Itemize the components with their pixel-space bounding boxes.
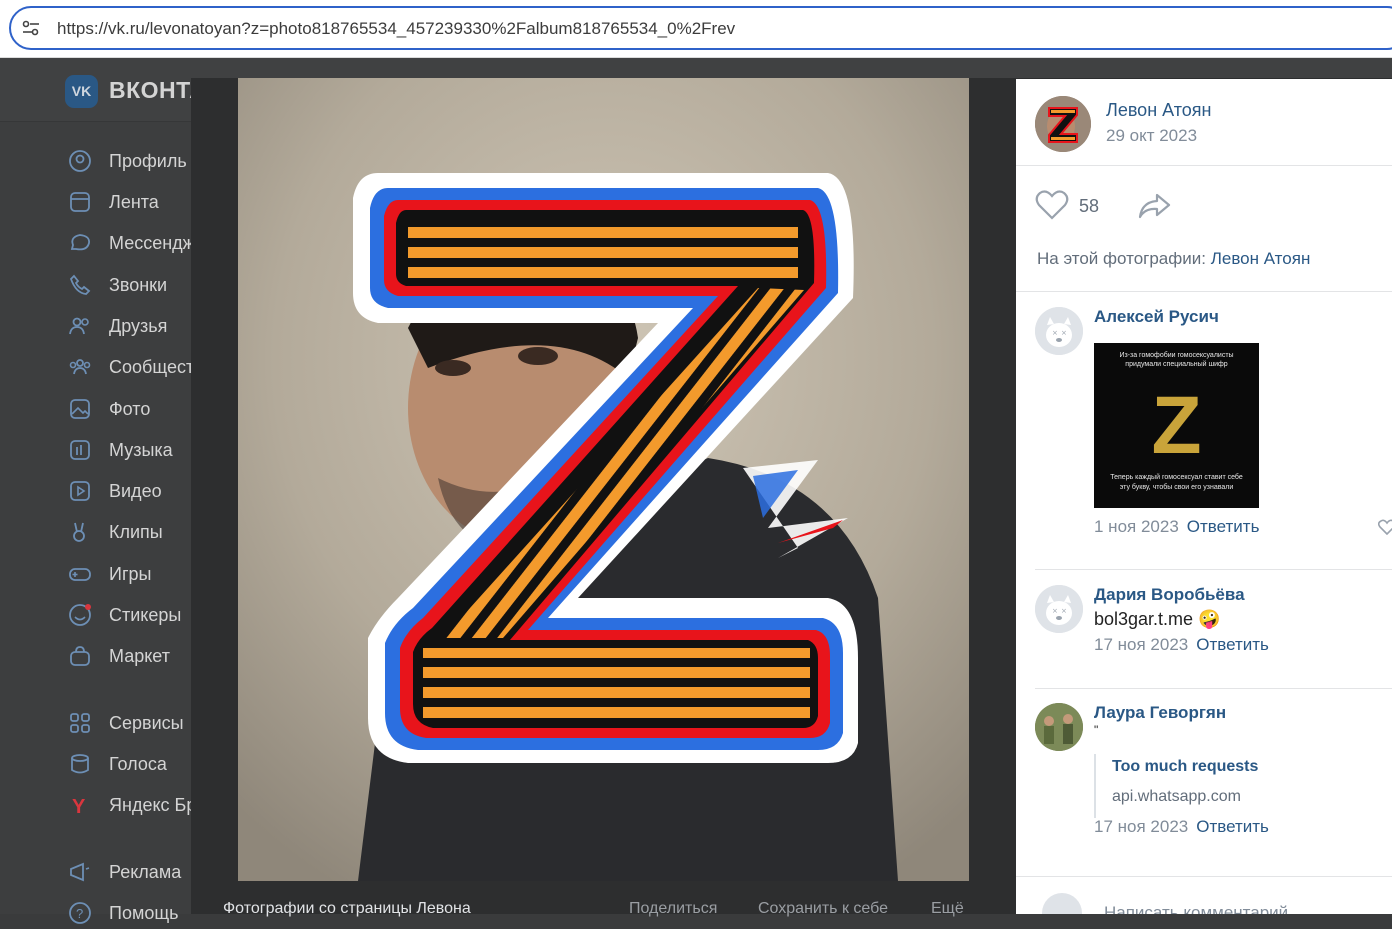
comment-author[interactable]: Дария Воробьёва xyxy=(1094,585,1245,605)
photo-side-panel: Левон Атоян 29 окт 2023 58 На этой фотог… xyxy=(1016,79,1392,914)
comment-date: 1 ноя 2023 xyxy=(1094,517,1179,536)
attachment-text-line: Из-за гомофобии гомосексуалисты xyxy=(1119,352,1234,359)
music-icon xyxy=(70,440,90,460)
divider xyxy=(1035,688,1392,689)
help-icon: ? xyxy=(69,902,91,924)
site-settings-icon[interactable] xyxy=(22,20,40,36)
sidebar-item-label: Сервисы xyxy=(109,713,184,733)
comment-text: bol3gar.t.me 🤪 xyxy=(1094,609,1221,629)
user-photo-avatar xyxy=(1035,703,1083,751)
my-avatar xyxy=(1042,893,1082,914)
photo-illustration xyxy=(238,78,969,881)
phone-icon xyxy=(69,274,91,295)
photo-icon xyxy=(70,399,90,419)
comment-input[interactable]: Написать комментарий... xyxy=(1104,903,1302,914)
url-text[interactable]: https://vk.ru/levonatoyan?z=photo8187655… xyxy=(57,19,735,39)
tagged-label: На этой фотографии: xyxy=(1037,249,1206,268)
attachment-z-letter: Z xyxy=(1151,380,1202,471)
profile-icon xyxy=(69,150,91,172)
dog-avatar-icon: × × xyxy=(1035,585,1083,633)
sidebar-item-label: Фото xyxy=(109,399,151,419)
stickers-icon xyxy=(69,604,91,626)
browser-toolbar: https://vk.ru/levonatoyan?z=photo8187655… xyxy=(0,0,1392,58)
owner-name[interactable]: Левон Атоян xyxy=(1106,100,1212,121)
services-icon xyxy=(70,713,90,733)
sidebar-item-label: Лента xyxy=(109,192,159,212)
like-count: 58 xyxy=(1079,196,1100,216)
link-title[interactable]: Too much requests xyxy=(1112,758,1258,776)
tagged-person-link[interactable]: Левон Атоян xyxy=(1211,249,1311,268)
messenger-icon xyxy=(70,234,90,251)
comment-author[interactable]: Алексей Русич xyxy=(1094,307,1219,327)
sidebar-item-label: Игры xyxy=(109,564,152,584)
sidebar-item-label: Музыка xyxy=(109,440,173,460)
svg-text:×: × xyxy=(1061,607,1067,615)
vk-logo-text: VK xyxy=(71,83,92,99)
sidebar-item-label: Видео xyxy=(109,481,162,501)
photo-caption-bar: Фотографии со страницы Левона Поделиться… xyxy=(191,886,1016,917)
default-avatar[interactable]: × × xyxy=(1035,585,1083,633)
link-domain: api.whatsapp.com xyxy=(1112,788,1241,805)
comment-composer: Написать комментарий... xyxy=(1016,876,1392,914)
like-heart-icon[interactable] xyxy=(1035,190,1069,220)
album-caption[interactable]: Фотографии со страницы Левона xyxy=(223,900,471,918)
attachment-text-line: эту букву, чтобы свои его узнавали xyxy=(1119,484,1234,491)
video-icon xyxy=(70,481,90,501)
comment-date: 17 ноя 2023 xyxy=(1094,817,1189,836)
photo-date: 29 окт 2023 xyxy=(1106,126,1198,145)
owner-header: Левон Атоян 29 окт 2023 xyxy=(1016,79,1392,166)
tagged-people: На этой фотографии: Левон Атоян xyxy=(1037,249,1310,269)
more-action[interactable]: Ещё xyxy=(931,900,964,918)
share-action[interactable]: Поделиться xyxy=(629,900,717,918)
clips-icon xyxy=(73,522,85,542)
divider xyxy=(1035,569,1392,570)
dog-avatar-icon: × × xyxy=(1035,307,1083,355)
default-avatar[interactable]: × × xyxy=(1035,307,1083,355)
games-icon xyxy=(69,568,91,581)
comment-author[interactable]: Лаура Геворгян xyxy=(1094,703,1226,723)
svg-text:Y: Y xyxy=(72,796,86,817)
comment-attachment-image[interactable]: Из-за гомофобии гомосексуалисты придумал… xyxy=(1094,343,1259,508)
sidebar-item-label: Профиль xyxy=(109,151,187,171)
save-action[interactable]: Сохранить к себе xyxy=(758,900,888,918)
attachment-text-line: придумали специальный шифр xyxy=(1125,361,1228,368)
sidebar-item-label: Маркет xyxy=(109,646,170,666)
market-icon xyxy=(70,646,90,666)
owner-avatar-image xyxy=(1035,96,1091,152)
link-preview-card[interactable]: Too much requests api.whatsapp.com xyxy=(1094,754,1374,818)
ads-icon xyxy=(70,862,90,882)
address-bar[interactable]: https://vk.ru/levonatoyan?z=photo8187655… xyxy=(9,6,1392,50)
comment-meta: 17 ноя 2023 Ответить xyxy=(1094,817,1269,837)
reply-button[interactable]: Ответить xyxy=(1187,517,1260,536)
comment-text: " xyxy=(1094,723,1099,737)
main-photo[interactable] xyxy=(238,78,969,881)
user-avatar[interactable] xyxy=(1035,703,1083,751)
sidebar-item-label: Звонки xyxy=(109,275,168,295)
yandex-icon: Y xyxy=(72,796,86,817)
svg-text:×: × xyxy=(1052,607,1058,615)
svg-text:×: × xyxy=(1061,329,1067,337)
owner-avatar[interactable] xyxy=(1035,96,1091,152)
votes-icon xyxy=(71,754,89,774)
comment-date: 17 ноя 2023 xyxy=(1094,635,1189,654)
sidebar-item-label: Реклама xyxy=(109,862,182,882)
sidebar-item-label: Друзья xyxy=(109,316,168,336)
feed-icon xyxy=(70,192,90,212)
reply-button[interactable]: Ответить xyxy=(1196,635,1269,654)
comment-meta: 1 ноя 2023 Ответить xyxy=(1094,517,1259,537)
reply-button[interactable]: Ответить xyxy=(1196,817,1269,836)
svg-text:×: × xyxy=(1052,329,1058,337)
sidebar-item-label: Голоса xyxy=(109,754,167,774)
communities-icon xyxy=(69,359,91,375)
sidebar-item-label: Клипы xyxy=(109,522,163,542)
comment-like-icon[interactable] xyxy=(1378,519,1392,535)
comment-meta: 17 ноя 2023 Ответить xyxy=(1094,635,1269,655)
friends-icon xyxy=(69,317,89,335)
share-arrow-icon[interactable] xyxy=(1137,192,1171,220)
sidebar-item-label: Стикеры xyxy=(109,605,182,625)
attachment-text-line: Теперь каждый гомосексуал ставит себе xyxy=(1110,474,1243,481)
vk-logo[interactable]: VK xyxy=(65,75,98,108)
divider xyxy=(1016,291,1392,292)
